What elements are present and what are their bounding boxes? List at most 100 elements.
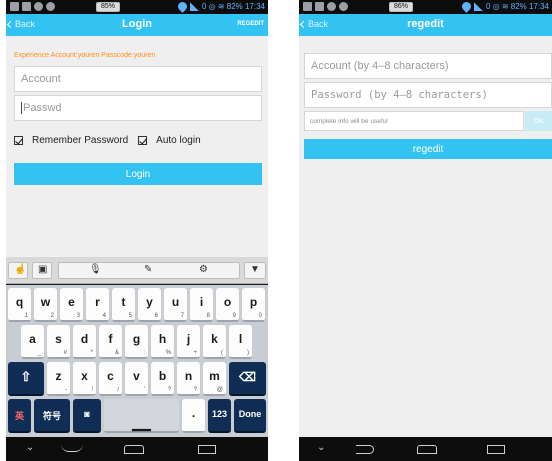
title-bar: Back regedit [299,14,552,36]
ok-button[interactable]: OK [525,111,552,131]
info-field[interactable]: complete info will be useful [304,111,524,131]
key-u[interactable]: u7 [164,288,187,322]
login-screen: 85% 0 ◎ ≋ 82% 17:34 Back Login REGEDIT E… [6,0,268,461]
key-f[interactable]: f & [99,325,122,359]
backspace-icon: ⌫ [239,370,256,384]
key-p[interactable]: p0 [242,288,265,322]
remember-checkbox-icon[interactable] [14,136,23,145]
key-x[interactable]: x! [73,362,96,396]
symbols-key[interactable]: 符号 [34,399,70,433]
key-k[interactable]: k( [203,325,226,359]
regedit-screen: 86% 0 ◎ ≋ 82% 17:34 Back regedit Account… [299,0,552,461]
soft-keyboard: ☝ ▣ 🎙 ✎ ⚙ ▼ q1 w2 e3 r4 t5 y6 u7 i8 o9 p… [6,257,268,437]
wifi-icon [460,0,473,13]
space-key[interactable]: ▁▁ [104,399,179,433]
page-title: Login [122,18,152,30]
key-d[interactable]: d * [73,325,96,359]
shift-icon: ⇧ [20,369,32,384]
key-a[interactable]: a _ [21,325,44,359]
key-g[interactable]: g: [125,325,148,359]
key-w[interactable]: w2 [34,288,57,322]
backspace-key[interactable]: ⌫ [229,362,266,396]
nav-home-icon[interactable] [124,445,144,454]
nav-down-icon[interactable]: ⌄ [26,442,34,453]
key-o[interactable]: o9 [216,288,239,322]
account-placeholder: Account (by 4–8 characters) [311,60,449,72]
key-l[interactable]: l) [229,325,252,359]
status-right: 0 ◎ ≋ 82% 17:34 [460,0,549,13]
space-bar-icon: ▁▁ [132,417,151,431]
navigation-bar: ⌄ [299,437,552,461]
nav-down-icon[interactable]: ⌄ [317,442,325,453]
key-h[interactable]: h% [151,325,174,359]
auto-login-checkbox-icon[interactable] [138,136,148,145]
regedit-button[interactable]: regedit [304,139,552,159]
password-field[interactable]: Password (by 4–8 characters) [304,82,552,108]
key-z[interactable]: z- [47,362,70,396]
account-field[interactable]: Account [14,66,262,92]
login-options: Remember Password Auto login [14,135,201,146]
nav-recents-icon[interactable] [487,445,505,454]
mic-icon[interactable]: 🎙 [89,264,102,275]
key-m[interactable]: m @ [203,362,226,396]
language-key[interactable]: 英 [8,399,31,433]
key-t[interactable]: t5 [112,288,135,322]
key-i[interactable]: i8 [190,288,213,322]
key-c[interactable]: c / [99,362,122,396]
key-j[interactable]: j + [177,325,200,359]
notification-icon [315,2,324,11]
signal-icon [473,2,483,11]
done-key[interactable]: Done [234,399,266,433]
password-placeholder: Passwd [23,102,62,114]
status-bar: 85% 0 ◎ ≋ 82% 17:34 [6,0,268,14]
key-e[interactable]: e3 [60,288,83,322]
signal-icon [189,2,199,11]
nav-home-icon[interactable] [417,445,437,454]
nav-back-icon[interactable] [356,445,374,454]
key-v[interactable]: v ' [125,362,148,396]
notification-icon [22,2,31,11]
keyboard-hide-icon[interactable]: ▼ [244,262,266,279]
gesture-icon[interactable]: ☝ [8,262,28,279]
notification-icon [339,2,348,11]
key-s[interactable]: s # [47,325,70,359]
password-field[interactable]: Passwd [14,95,262,121]
login-button[interactable]: Login [14,163,262,185]
info-placeholder: complete info will be useful [310,117,388,125]
battery-indicator: 85% [96,2,121,12]
status-bar: 86% 0 ◎ ≋ 82% 17:34 [299,0,552,14]
remember-label: Remember Password [32,135,129,146]
page-title: regedit [407,18,444,30]
handwriting-icon[interactable]: ✎ [144,264,152,275]
period-key[interactable]: . [182,399,205,433]
notification-icon [10,2,19,11]
nav-recents-icon[interactable] [198,445,216,454]
key-y[interactable]: y6 [138,288,161,322]
clipboard-icon[interactable]: ▣ [32,262,52,279]
key-b[interactable]: b? [151,362,174,396]
key-n[interactable]: n? [177,362,200,396]
password-placeholder: Password (by 4–8 characters) [311,89,489,101]
settings-icon[interactable]: ⚙ [199,264,208,275]
status-right: 0 ◎ ≋ 82% 17:34 [176,0,265,13]
regedit-link[interactable]: REGEDIT [237,21,264,27]
notification-icons [10,2,55,11]
text-cursor [21,102,22,114]
wifi-icon [176,0,189,13]
key-r[interactable]: r4 [86,288,109,322]
account-field[interactable]: Account (by 4–8 characters) [304,53,552,79]
account-placeholder: Account [21,73,61,85]
title-bar: Back Login REGEDIT [6,14,268,36]
notification-icon [46,2,55,11]
nav-back-icon[interactable] [61,443,83,452]
numbers-key[interactable]: 123 [208,399,231,433]
key-q[interactable]: q1 [8,288,31,322]
notification-icons [303,2,348,11]
notification-icon [303,2,312,11]
shift-key[interactable]: ⇧ [8,362,44,396]
battery-indicator: 86% [389,2,414,12]
experience-hint: Experience Account:youren Passcode:youre… [14,52,156,59]
notification-icon [327,2,336,11]
status-clock: 0 ◎ ≋ 82% 17:34 [201,2,265,11]
emoji-key[interactable]: ◙ [73,399,101,433]
